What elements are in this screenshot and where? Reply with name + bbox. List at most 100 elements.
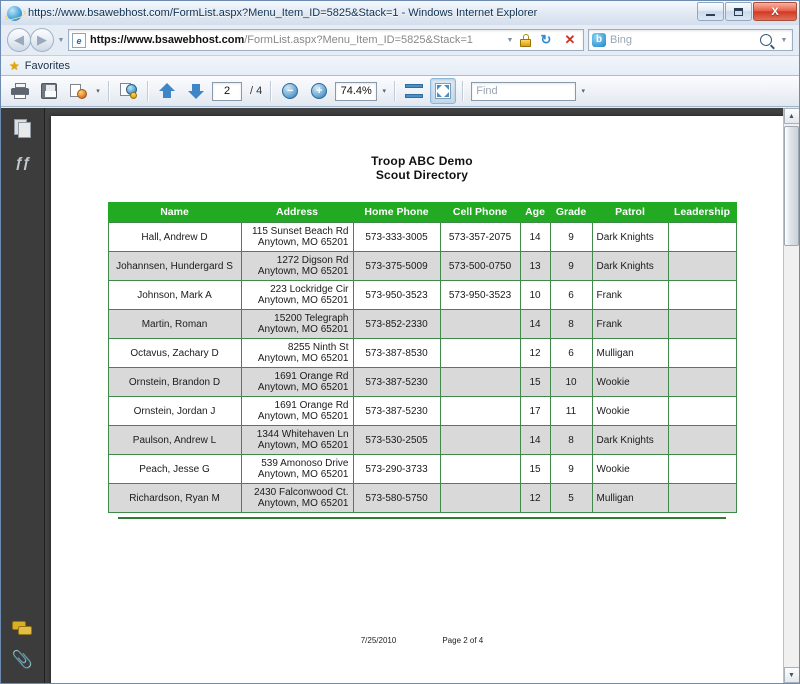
- cell-leadership: [667, 251, 737, 281]
- cell-age: 10: [519, 280, 551, 310]
- scroll-up-button[interactable]: ▲: [783, 108, 799, 124]
- fit-page-icon: [435, 83, 452, 99]
- cell-age: 17: [519, 396, 551, 426]
- search-input[interactable]: b Bing ▼: [588, 29, 793, 51]
- save-button[interactable]: [36, 78, 62, 104]
- pdf-page-area[interactable]: Troop ABC Demo Scout Directory Name Addr…: [45, 108, 799, 683]
- address-line-2: Anytown, MO 65201: [257, 440, 349, 451]
- minimize-icon: [706, 13, 715, 16]
- footer-date: 7/25/2010: [360, 636, 397, 645]
- cell-grade: 6: [549, 280, 593, 310]
- refresh-button[interactable]: ↻: [536, 30, 556, 50]
- scrollbar-thumb[interactable]: [784, 126, 799, 246]
- cell-cell-phone: [439, 338, 521, 368]
- fit-page-button[interactable]: [430, 78, 457, 104]
- address-line-1: 15200 Telegraph: [274, 313, 349, 324]
- cell-name: Johnson, Mark A: [107, 280, 242, 310]
- favorites-button[interactable]: Favorites: [25, 60, 70, 72]
- lock-icon: [519, 33, 532, 48]
- address-line-1: 1272 Digson Rd: [276, 255, 349, 266]
- cell-leadership: [667, 222, 737, 252]
- scroll-down-button[interactable]: ▼: [783, 667, 799, 683]
- email-button[interactable]: [65, 78, 91, 104]
- table-row: Richardson, Ryan M 2430 Falconwood Ct. Any…: [107, 483, 737, 513]
- column-header-age: Age: [519, 202, 551, 223]
- document-title: Troop ABC Demo Scout Directory: [51, 154, 793, 182]
- zoom-level-input[interactable]: 74.4%: [335, 81, 378, 101]
- previous-page-button[interactable]: [154, 78, 180, 104]
- cell-patrol: Wookie: [591, 454, 669, 484]
- table-row: Peach, Jesse G 539 Amonoso Drive Anytown, …: [107, 454, 737, 484]
- comments-panel-icon[interactable]: [11, 621, 34, 637]
- table-body: Hall, Andrew D 115 Sunset Beach Rd Anytown…: [107, 222, 737, 513]
- cell-patrol: Frank: [591, 309, 669, 339]
- address-input[interactable]: e https://www.bsawebhost.com/FormList.as…: [68, 29, 584, 51]
- internet-explorer-icon: [7, 5, 22, 21]
- cell-home-phone: 573-950-3523: [352, 280, 441, 310]
- cell-age: 14: [519, 222, 551, 252]
- cell-address: 1344 Whitehaven Ln Anytown, MO 65201: [240, 425, 354, 455]
- address-line-2: Anytown, MO 65201: [257, 382, 349, 393]
- url-domain: www.bsawebhost.com: [126, 34, 245, 46]
- cell-cell-phone: [439, 396, 521, 426]
- zoom-out-button[interactable]: −: [277, 78, 303, 104]
- email-dropdown-caret-icon[interactable]: ▾: [94, 87, 102, 95]
- zoom-dropdown-caret-icon[interactable]: ▾: [380, 87, 388, 95]
- table-row: Paulson, Andrew L 1344 Whitehaven Ln Anyto…: [107, 425, 737, 455]
- address-line-1: 1691 Orange Rd: [274, 400, 349, 411]
- cell-home-phone: 573-290-3733: [352, 454, 441, 484]
- maximize-icon: [734, 7, 743, 16]
- stop-button[interactable]: ✕: [560, 30, 580, 50]
- cell-grade: 5: [549, 483, 593, 513]
- cell-leadership: [667, 396, 737, 426]
- next-page-button[interactable]: [183, 78, 209, 104]
- star-icon: ★: [9, 58, 20, 73]
- pdf-viewer: ƒƒ 📎 Troop ABC Demo Scout Directory Name…: [1, 108, 799, 683]
- search-icon[interactable]: [760, 34, 772, 46]
- document-title-line1: Troop ABC Demo: [371, 154, 473, 168]
- close-button[interactable]: X: [753, 2, 797, 21]
- cell-patrol: Dark Knights: [591, 251, 669, 281]
- table-row: Ornstein, Jordan J 1691 Orange Rd Anytown,…: [107, 396, 737, 426]
- address-dropdown-icon[interactable]: ▼: [505, 37, 515, 44]
- zoom-in-button[interactable]: +: [306, 78, 332, 104]
- cell-name: Martin, Roman: [107, 309, 242, 339]
- cell-name: Paulson, Andrew L: [107, 425, 242, 455]
- url-scheme: https://: [90, 34, 127, 46]
- cell-address: 1272 Digson Rd Anytown, MO 65201: [240, 251, 354, 281]
- browser-window: https://www.bsawebhost.com/FormList.aspx…: [0, 0, 800, 684]
- maximize-button[interactable]: [725, 2, 752, 21]
- minimize-button[interactable]: [697, 2, 724, 21]
- address-line-2: Anytown, MO 65201: [257, 411, 349, 422]
- forward-button[interactable]: ▶: [30, 28, 54, 52]
- cell-address: 223 Lockridge Cir Anytown, MO 65201: [240, 280, 354, 310]
- cell-address: 539 Amonoso Drive Anytown, MO 65201: [240, 454, 354, 484]
- snapshot-button[interactable]: [115, 78, 141, 104]
- email-document-icon: [69, 83, 87, 99]
- signatures-panel-icon[interactable]: ƒƒ: [12, 152, 34, 174]
- document-footer: 7/25/2010 Page 2 of 4: [51, 636, 793, 645]
- address-line-1: 2430 Falconwood Ct.: [253, 487, 349, 498]
- cell-cell-phone: [439, 367, 521, 397]
- search-dropdown-icon[interactable]: ▼: [779, 37, 789, 44]
- cell-patrol: Dark Knights: [591, 425, 669, 455]
- cell-grade: 9: [549, 222, 593, 252]
- cell-patrol: Dark Knights: [591, 222, 669, 252]
- column-header-patrol: Patrol: [591, 202, 669, 223]
- pages-panel-icon[interactable]: [12, 118, 34, 140]
- back-button[interactable]: ◀: [7, 28, 31, 52]
- address-bar-row: ◀ ▶ ▼ e https://www.bsawebhost.com/FormL…: [1, 25, 799, 55]
- vertical-scrollbar[interactable]: ▲ ▼: [783, 108, 799, 683]
- attachments-panel-icon[interactable]: 📎: [12, 649, 34, 671]
- page-number-input[interactable]: 2: [212, 81, 242, 101]
- find-input[interactable]: Find: [471, 81, 577, 101]
- column-header-grade: Grade: [549, 202, 593, 223]
- cell-patrol: Frank: [591, 280, 669, 310]
- fit-width-button[interactable]: [401, 78, 427, 104]
- print-button[interactable]: [7, 78, 33, 104]
- address-line-2: Anytown, MO 65201: [257, 469, 349, 480]
- cell-age: 14: [519, 309, 551, 339]
- find-dropdown-caret-icon[interactable]: ▾: [579, 87, 587, 95]
- address-line-1: 223 Lockridge Cir: [270, 284, 349, 295]
- recent-pages-caret-icon[interactable]: ▼: [56, 37, 66, 44]
